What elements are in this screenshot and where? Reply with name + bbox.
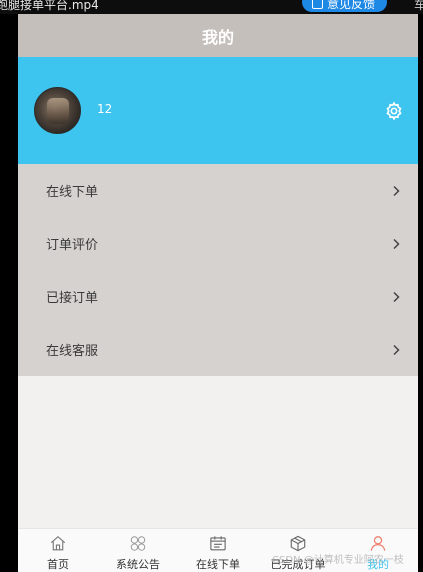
chevron-right-icon	[393, 291, 400, 302]
tab-label: 系统公告	[116, 558, 160, 571]
avatar[interactable]	[34, 87, 81, 134]
watermark: CSDN @计算机专业阿农一枝	[272, 555, 404, 566]
menu-item-accepted-orders[interactable]: 已接订单	[18, 270, 418, 323]
tab-label: 首页	[47, 558, 69, 571]
feedback-button[interactable]: 意见反馈	[302, 0, 387, 12]
recorder-top-strip: 跑腿接单平台.mp4 意见反馈 车	[0, 0, 423, 14]
edge-clipped-text: 车	[414, 0, 423, 12]
home-icon	[50, 536, 66, 551]
menu-item-label: 在线客服	[46, 344, 99, 359]
four-circles-icon	[130, 536, 146, 551]
menu-item-online-order[interactable]: 在线下单	[18, 164, 418, 217]
menu-item-customer-service[interactable]: 在线客服	[18, 323, 418, 376]
chevron-right-icon	[393, 185, 400, 196]
tab-announcements[interactable]: 系统公告	[98, 529, 178, 572]
menu-item-label: 订单评价	[46, 238, 99, 253]
page-header: 我的	[18, 14, 418, 57]
video-filename: 跑腿接单平台.mp4	[0, 0, 99, 12]
tab-home[interactable]: 首页	[18, 529, 98, 572]
username: 12	[97, 102, 113, 116]
menu-list: 在线下单 订单评价 已接订单 在线客服	[18, 164, 418, 376]
tab-online-order[interactable]: 在线下单	[178, 529, 258, 572]
feedback-label: 意见反馈	[327, 0, 376, 11]
phone-screen: 我的 12 在线下单 订单评价 已接订单 在线客服 首页 系统公告 在线下单 已…	[18, 14, 418, 572]
menu-item-order-review[interactable]: 订单评价	[18, 217, 418, 270]
menu-item-label: 已接订单	[46, 291, 99, 306]
chevron-right-icon	[393, 344, 400, 355]
menu-item-label: 在线下单	[46, 185, 99, 200]
chevron-right-icon	[393, 238, 400, 249]
calendar-icon	[210, 536, 226, 551]
profile-card: 12	[18, 57, 418, 164]
feedback-icon	[312, 0, 323, 9]
page-title: 我的	[201, 27, 234, 47]
tab-label: 在线下单	[196, 558, 240, 571]
gear-icon[interactable]	[384, 101, 404, 121]
